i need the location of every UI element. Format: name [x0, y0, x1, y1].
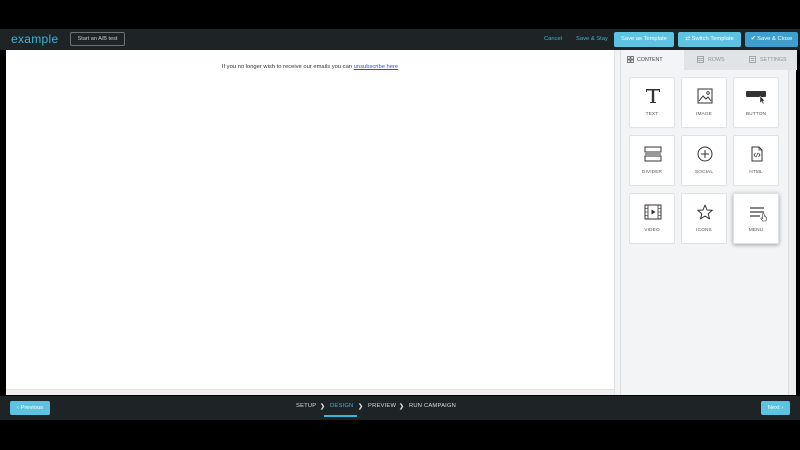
active-step-indicator	[324, 415, 357, 417]
switch-template-button[interactable]: ⇄ Switch Template	[678, 32, 741, 47]
tab-settings-label: SETTINGS	[760, 57, 787, 63]
menu-icon	[750, 207, 767, 222]
grid-icon	[627, 56, 634, 63]
chevron-right-icon: ❯	[320, 404, 326, 410]
text-icon	[646, 89, 660, 103]
block-html[interactable]: HTML	[733, 135, 779, 186]
hand-cursor-icon	[760, 213, 767, 222]
brand-logo: example	[11, 32, 59, 46]
block-video[interactable]: VIDEO	[629, 193, 675, 244]
top-toolbar: example Start an A/B test Cancel Save & …	[0, 29, 800, 50]
unsubscribe-text: If you no longer wish to receive our ema…	[221, 64, 353, 70]
block-image[interactable]: IMAGE	[681, 77, 727, 128]
chevron-right-icon: ❯	[399, 404, 405, 410]
app-frame: example Start an A/B test Cancel Save & …	[0, 0, 800, 450]
canvas-horizontal-scrollbar[interactable]	[6, 389, 615, 395]
divider-icon	[644, 146, 662, 162]
previous-button[interactable]: ‹ Previous	[10, 401, 50, 415]
block-divider[interactable]: DIVIDER	[629, 135, 675, 186]
save-stay-link[interactable]: Save & Stay	[576, 32, 608, 46]
step-setup[interactable]: SETUP	[296, 403, 316, 409]
ab-test-button[interactable]: Start an A/B test	[70, 32, 125, 46]
tab-content[interactable]: CONTENT	[621, 50, 684, 70]
chevron-right-icon: ❯	[358, 404, 364, 410]
content-panel: CONTENT ROWS SETTINGS TEXT IMAGE BUTTON …	[620, 50, 797, 395]
panel-vertical-scrollbar[interactable]	[788, 70, 796, 395]
block-icons[interactable]: ICONS	[681, 193, 727, 244]
rows-icon	[697, 56, 704, 63]
cancel-link[interactable]: Cancel	[544, 32, 562, 46]
next-button[interactable]: Next ›	[761, 401, 790, 415]
save-close-button[interactable]: ✔ Save & Close	[745, 32, 798, 47]
block-button[interactable]: BUTTON	[733, 77, 779, 128]
block-social[interactable]: SOCIAL	[681, 135, 727, 186]
email-canvas[interactable]	[6, 50, 615, 395]
button-icon	[746, 91, 766, 105]
tab-settings[interactable]: SETTINGS	[739, 50, 797, 70]
settings-icon	[749, 56, 756, 63]
image-icon	[697, 88, 713, 104]
save-as-template-button[interactable]: Save as Template	[614, 32, 674, 47]
social-icon	[697, 146, 713, 162]
video-icon	[644, 204, 662, 220]
star-icon	[697, 204, 713, 220]
wizard-footer: ‹ Previous SETUP ❯ DESIGN ❯ PREVIEW ❯ RU…	[0, 396, 800, 420]
step-preview[interactable]: PREVIEW	[368, 403, 396, 409]
tab-rows-label: ROWS	[708, 57, 725, 63]
unsubscribe-line: If you no longer wish to receive our ema…	[0, 64, 620, 70]
block-text[interactable]: TEXT	[629, 77, 675, 128]
panel-tabs: CONTENT ROWS SETTINGS	[621, 50, 797, 70]
step-design[interactable]: DESIGN	[330, 403, 353, 409]
tab-content-label: CONTENT	[637, 57, 663, 63]
unsubscribe-link[interactable]: unsubscribe here	[354, 64, 398, 70]
tab-rows[interactable]: ROWS	[684, 50, 739, 70]
html-icon	[751, 146, 763, 162]
step-run-campaign[interactable]: RUN CAMPAIGN	[409, 403, 456, 409]
block-menu[interactable]: MENU	[733, 193, 779, 244]
